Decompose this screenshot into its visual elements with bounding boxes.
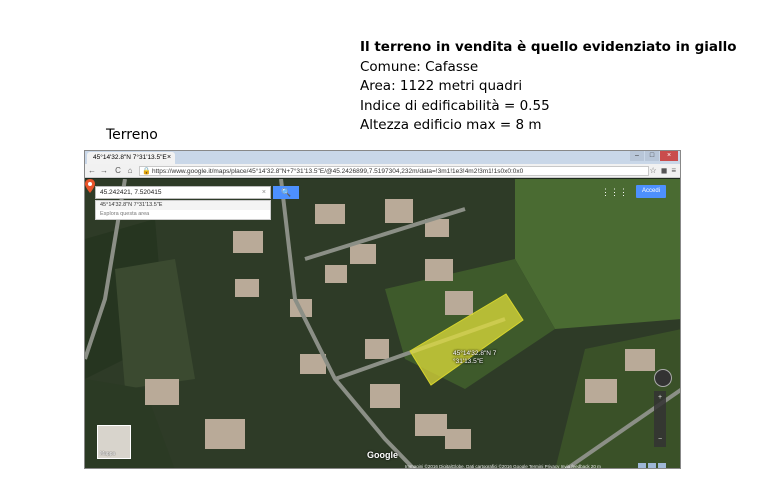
pin-label-line2: °31'13.5"E: [453, 358, 484, 365]
minimize-button[interactable]: –: [630, 151, 644, 161]
bottom-tools: [638, 463, 666, 468]
info-comune: Comune: Cafasse: [360, 58, 479, 75]
extension-icon[interactable]: ◼: [661, 165, 668, 177]
search-input[interactable]: 45.242421, 7.520415 ×: [95, 186, 271, 199]
satellite-map[interactable]: 45.242421, 7.520415 × 🔍 45°14'32.8"N 7°3…: [85, 179, 680, 469]
nav-bar: ← → C ⌂ 🔒 https://www.google.it/maps/pla…: [85, 164, 680, 178]
listing-info: Il terreno in vendita è quello evidenzia…: [360, 38, 750, 136]
browser-tab[interactable]: 45°14'32.8"N 7°31'13.5"E ×: [87, 152, 175, 164]
pin-coordinates-label: 45°14'32.8"N 7 °31'13.5"E: [453, 350, 496, 366]
browser-window: 45°14'32.8"N 7°31'13.5"E × – □ × ← → C ⌂…: [84, 150, 681, 469]
listing-title: Il terreno in vendita è quello evidenzia…: [360, 39, 737, 55]
tab-title: 45°14'32.8"N 7°31'13.5"E: [93, 154, 167, 161]
share-icon[interactable]: [648, 463, 656, 468]
reload-button[interactable]: C: [113, 165, 123, 177]
toolbar-icons: ☆ ◼ ≡: [650, 165, 676, 177]
map-type-toggle[interactable]: Mappa: [97, 425, 131, 459]
suggestion-coordinates[interactable]: 45°14'32.8"N 7°31'13.5"E: [96, 201, 270, 210]
scale-icon: [638, 463, 646, 468]
tab-bar: 45°14'32.8"N 7°31'13.5"E × – □ ×: [85, 151, 680, 164]
info-area: Area: 1122 metri quadri: [360, 78, 523, 94]
map-attribution: Immagini ©2016 DigitalGlobe, Dati cartog…: [405, 464, 601, 469]
search-value: 45.242421, 7.520415: [100, 189, 162, 196]
back-button[interactable]: ←: [87, 165, 97, 177]
settings-icon[interactable]: [658, 463, 666, 468]
sign-in-button[interactable]: Accedi: [636, 185, 666, 198]
map-pin-icon[interactable]: [85, 179, 95, 193]
maximize-button[interactable]: □: [645, 151, 659, 161]
window-controls: – □ ×: [630, 151, 678, 163]
home-button[interactable]: ⌂: [125, 165, 135, 177]
zoom-control: + −: [654, 391, 666, 447]
tab-close-icon[interactable]: ×: [167, 152, 171, 164]
menu-icon[interactable]: ≡: [671, 165, 676, 177]
address-bar[interactable]: 🔒 https://www.google.it/maps/place/45°14…: [139, 166, 649, 176]
info-indice: Indice di edificabilità = 0.55: [360, 97, 550, 114]
star-icon[interactable]: ☆: [650, 165, 657, 177]
search-suggestions: 45°14'32.8"N 7°31'13.5"E Esplora questa …: [95, 200, 271, 220]
zoom-spacer-b: [654, 419, 666, 433]
pin-label-line1: 45°14'32.8"N 7: [453, 350, 497, 357]
map-type-label: Mappa: [100, 451, 116, 457]
satellite-imagery: [85, 179, 680, 468]
clear-search-icon[interactable]: ×: [262, 187, 266, 199]
search-button[interactable]: 🔍: [273, 186, 299, 199]
google-logo: Google: [367, 450, 398, 460]
terreno-caption: Terreno: [106, 127, 158, 143]
zoom-out-button[interactable]: −: [654, 433, 666, 447]
close-window-button[interactable]: ×: [660, 151, 678, 161]
info-altezza: Altezza edificio max = 8 m: [360, 117, 542, 133]
zoom-in-button[interactable]: +: [654, 391, 666, 405]
forward-button[interactable]: →: [99, 165, 109, 177]
compass-icon[interactable]: [654, 369, 672, 387]
suggestion-explore[interactable]: Esplora questa area: [96, 210, 270, 219]
zoom-spacer-a: [654, 405, 666, 419]
address-text: https://www.google.it/maps/place/45°14'3…: [152, 168, 524, 175]
lock-icon: 🔒: [142, 168, 151, 175]
apps-grid-icon[interactable]: ⋮⋮⋮: [601, 187, 628, 198]
